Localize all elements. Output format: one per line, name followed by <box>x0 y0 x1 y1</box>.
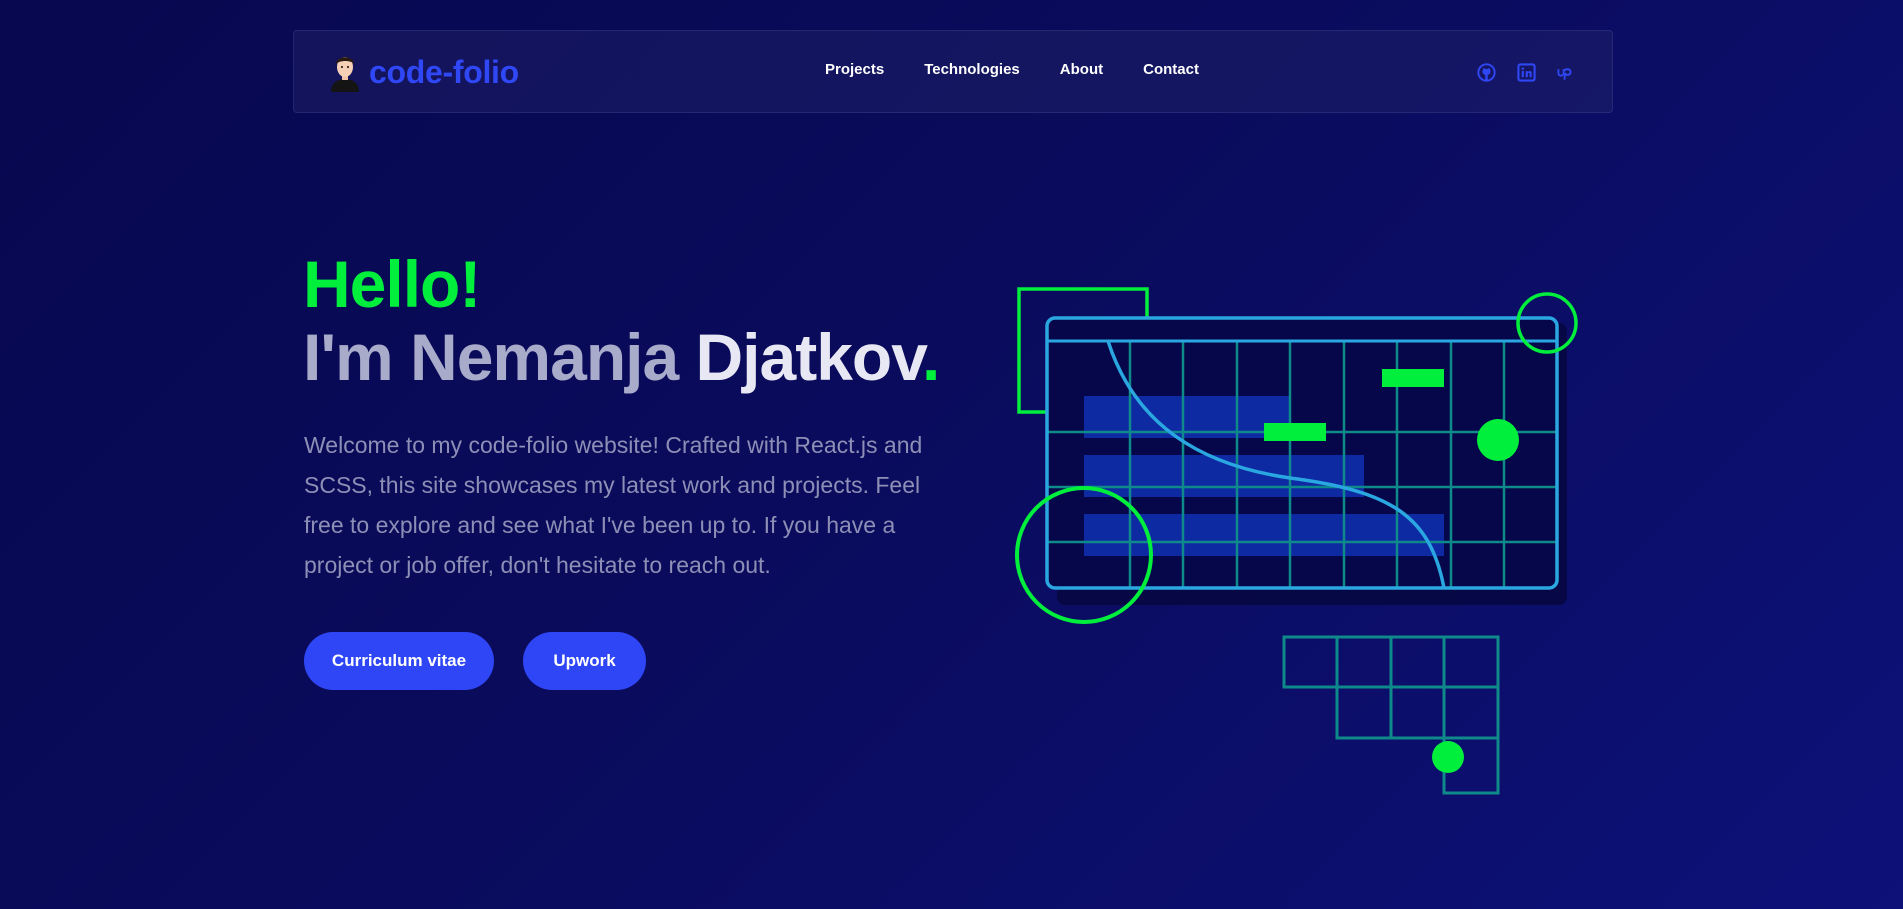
hero-description: Welcome to my code-folio website! Crafte… <box>304 432 923 578</box>
green-bar-top <box>1382 369 1444 387</box>
avatar-icon <box>331 57 359 92</box>
upwork-button[interactable]: Upwork <box>523 632 646 690</box>
hero-illustration <box>1015 287 1578 795</box>
navbar: code-folio Projects Technologies About C… <box>293 30 1613 113</box>
nav-link-about[interactable]: About <box>1060 61 1103 78</box>
social-links <box>1456 63 1576 82</box>
hero-name: I'm Nemanja Djatkov. <box>303 318 940 396</box>
hero-name-last: Djatkov <box>695 320 924 394</box>
hero-greeting: Hello! <box>303 247 481 321</box>
github-icon[interactable] <box>1477 63 1496 82</box>
linkedin-icon[interactable] <box>1517 63 1536 82</box>
hero-name-first: I'm Nemanja <box>303 320 679 394</box>
nav-link-technologies[interactable]: Technologies <box>924 61 1020 78</box>
cv-button[interactable]: Curriculum vitae <box>304 632 494 690</box>
stair-grid <box>1282 635 1500 795</box>
green-dot <box>1477 419 1519 461</box>
brand-name: code-folio <box>369 53 519 90</box>
window-panel <box>1045 316 1559 590</box>
green-dot-small <box>1432 741 1464 773</box>
nav-link-projects[interactable]: Projects <box>825 61 884 78</box>
green-bar-middle <box>1264 423 1326 441</box>
upwork-icon[interactable] <box>1557 63 1576 82</box>
hero-name-dot: . <box>922 320 940 394</box>
brand-link[interactable]: code-folio <box>327 51 519 93</box>
nav-menu: Projects Technologies About Contact <box>825 61 1239 78</box>
nav-link-contact[interactable]: Contact <box>1143 61 1199 78</box>
